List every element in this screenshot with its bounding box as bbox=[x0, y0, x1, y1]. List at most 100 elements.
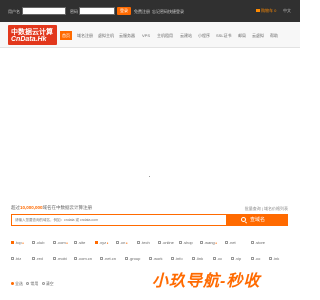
checkbox-icon bbox=[269, 257, 272, 261]
quick-login-link[interactable]: 快捷登录 bbox=[168, 9, 184, 15]
tld-item[interactable]: .ink bbox=[269, 256, 279, 261]
checkbox-icon bbox=[125, 257, 128, 261]
tld-item[interactable]: .net bbox=[225, 240, 236, 245]
logo[interactable]: 中数据云计算 CnData.Hk bbox=[8, 25, 57, 45]
tld-item[interactable]: .club bbox=[32, 240, 44, 245]
domain-stat: 超过10,000,000域名在中数据云计算注册 bbox=[11, 205, 92, 211]
tld-item[interactable]: .cc bbox=[213, 256, 222, 261]
tld-item[interactable]: .cn● bbox=[116, 240, 128, 245]
tld-item[interactable]: .com.cn bbox=[74, 256, 92, 261]
tld-item[interactable]: .com● bbox=[53, 240, 68, 245]
nav-item-colocation[interactable]: 主机租用 bbox=[157, 31, 173, 40]
checkbox-icon bbox=[251, 257, 254, 261]
tld-item[interactable]: .shop bbox=[179, 240, 193, 245]
tld-item[interactable]: .group bbox=[125, 256, 140, 261]
hot-badge-icon: ● bbox=[106, 241, 109, 245]
password-input[interactable] bbox=[79, 7, 115, 15]
radio-icon bbox=[11, 282, 14, 286]
radio-icon bbox=[26, 282, 30, 286]
tld-item[interactable]: .net.cn bbox=[100, 256, 116, 261]
checkbox-icon bbox=[213, 257, 216, 261]
header: 中数据云计算 CnData.Hk 首页 域名注册 虚拟主机 云服务器 VPS 主… bbox=[0, 22, 300, 48]
tld-item[interactable]: .work bbox=[149, 256, 163, 261]
logo-line2: CnData.Hk bbox=[11, 36, 47, 43]
checkbox-icon bbox=[137, 241, 140, 245]
tld-item[interactable]: .site bbox=[74, 240, 85, 245]
checkbox-icon bbox=[11, 241, 14, 245]
username-input[interactable] bbox=[22, 7, 66, 15]
tld-item[interactable]: .xyz● bbox=[95, 240, 108, 245]
tld-item[interactable]: .info bbox=[171, 256, 183, 261]
tld-item[interactable]: .wang● bbox=[200, 240, 217, 245]
username-label: 用户名 bbox=[8, 9, 20, 14]
checkbox-icon bbox=[225, 241, 228, 245]
tld-item[interactable]: .online bbox=[158, 240, 174, 245]
login-button[interactable]: 登录 bbox=[117, 7, 131, 15]
tld-item[interactable]: .tech bbox=[137, 240, 150, 245]
checkbox-icon bbox=[179, 241, 182, 245]
register-link[interactable]: 免费注册 bbox=[134, 9, 150, 15]
loading-dot bbox=[149, 176, 150, 177]
nav-item-ssl[interactable]: SSL证书 bbox=[216, 31, 232, 40]
tld-item[interactable]: .biz bbox=[11, 256, 21, 261]
checkbox-icon bbox=[200, 241, 203, 245]
cart-label: 购物车 bbox=[261, 8, 273, 13]
password-label: 密码 bbox=[70, 9, 78, 14]
nav-item-home[interactable]: 首页 bbox=[60, 31, 72, 40]
checkbox-icon bbox=[192, 257, 195, 261]
checkbox-icon bbox=[251, 241, 254, 245]
watermark-banner: 小玖导航-秒收 bbox=[152, 273, 261, 290]
search-icon bbox=[241, 217, 246, 222]
cart-link[interactable]: 购物车 0 bbox=[256, 8, 276, 14]
checkbox-icon bbox=[100, 257, 103, 261]
tld-item[interactable]: .link bbox=[192, 256, 203, 261]
tld-item[interactable]: .red bbox=[32, 256, 43, 261]
nav-item-vps[interactable]: VPS bbox=[142, 31, 150, 40]
cart-icon bbox=[256, 9, 260, 13]
checkbox-icon bbox=[32, 241, 35, 245]
nav-item-hosting[interactable]: 虚拟主机 bbox=[98, 31, 114, 40]
language-switch[interactable]: 中文 bbox=[283, 8, 291, 14]
clear-option[interactable]: 清空 bbox=[41, 281, 54, 286]
hot-badge-icon: ● bbox=[22, 241, 24, 245]
hot-badge-icon: ● bbox=[215, 241, 217, 245]
tld-item[interactable]: .vip bbox=[231, 256, 241, 261]
checkbox-icon bbox=[53, 257, 56, 261]
nav-item-cloud-virtual[interactable]: 云虚拟 bbox=[252, 31, 264, 40]
checkbox-icon bbox=[231, 257, 234, 261]
nav-item-mini-program[interactable]: 小程序 bbox=[198, 31, 210, 40]
stat-number: 10,000,000 bbox=[20, 205, 43, 210]
stat-suffix: 域名在中数据云计算注册 bbox=[42, 205, 93, 210]
nav-item-site-builder[interactable]: 云建站 bbox=[180, 31, 192, 40]
search-sublinks[interactable]: 批量查询 | 域名价格列表 bbox=[245, 206, 288, 212]
cart-count: 0 bbox=[274, 8, 277, 13]
search-button-label: 查域名 bbox=[250, 217, 266, 223]
nav-item-cloud-server[interactable]: 云服务器 bbox=[119, 31, 135, 40]
checkbox-icon bbox=[171, 257, 174, 261]
select-all-option[interactable]: 全选 bbox=[11, 281, 23, 286]
forgot-password-link[interactable]: 忘记密码 bbox=[152, 9, 168, 15]
checkbox-icon bbox=[149, 257, 152, 261]
tld-item[interactable]: .store bbox=[251, 240, 265, 245]
top-bar: 用户名 密码 登录 免费注册 忘记密码 快捷登录 购物车 0 中文 bbox=[0, 0, 300, 22]
radio-icon bbox=[41, 282, 45, 286]
checkbox-icon bbox=[53, 241, 56, 245]
nav-item-domain[interactable]: 域名注册 bbox=[77, 31, 93, 40]
checkbox-icon bbox=[74, 241, 77, 245]
hot-badge-icon: ● bbox=[66, 241, 68, 245]
nav-item-help[interactable]: 帮助 bbox=[270, 31, 278, 40]
select-options: 全选 常用 清空 bbox=[11, 281, 54, 287]
tld-item[interactable]: .mobi bbox=[53, 256, 67, 261]
checkbox-icon bbox=[116, 241, 119, 245]
tld-item[interactable]: .top● bbox=[11, 240, 24, 245]
select-common-option[interactable]: 常用 bbox=[26, 281, 38, 286]
checkbox-icon bbox=[74, 257, 77, 261]
domain-search-button[interactable]: 查域名 bbox=[227, 214, 288, 226]
tld-item[interactable]: .co bbox=[251, 256, 260, 261]
checkbox-icon bbox=[95, 241, 98, 245]
checkbox-icon bbox=[32, 257, 35, 261]
nav-item-mail[interactable]: 邮局 bbox=[238, 31, 246, 40]
checkbox-icon bbox=[158, 241, 161, 245]
domain-search-input[interactable] bbox=[11, 214, 227, 226]
hot-badge-icon: ● bbox=[125, 241, 128, 245]
